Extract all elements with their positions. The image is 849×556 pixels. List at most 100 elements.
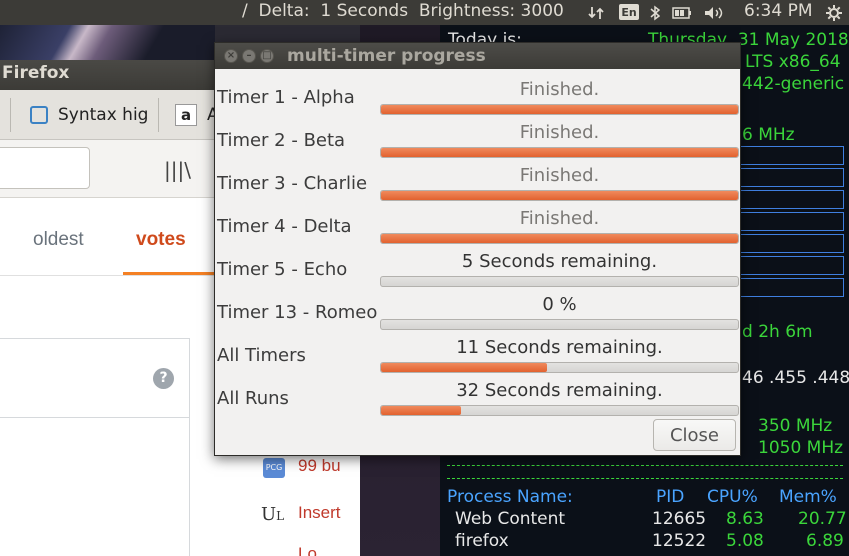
conky-gpu-freq-2: 1050 MHz (758, 438, 844, 458)
ul-icon: UL (261, 504, 285, 525)
timer-label: Timer 5 - Echo (217, 259, 348, 280)
conky-divider (447, 478, 843, 479)
timer-label: Timer 1 - Alpha (217, 87, 355, 108)
tab-syntax[interactable]: Syntax hig (30, 98, 148, 132)
timer-row: Timer 3 - Charlie Finished. (215, 165, 740, 210)
timer-label: All Timers (217, 345, 306, 366)
dialog-titlebar[interactable]: × – □ multi-timer progress (215, 43, 740, 69)
indicator-status-text[interactable]: / Delta: 1 Seconds Brightness: 3000 (242, 1, 564, 21)
sort-tab-oldest[interactable]: oldest (33, 229, 84, 251)
keyboard-layout-indicator[interactable]: En (619, 4, 639, 20)
conky-header-mem: Mem% (779, 487, 837, 507)
volume-icon[interactable] (703, 3, 725, 22)
timer-status: 32 Seconds remaining. (456, 380, 663, 401)
clock[interactable]: 6:34 PM (744, 1, 813, 21)
gear-icon[interactable] (825, 3, 843, 22)
process-name: firefox (455, 531, 509, 551)
timer-status: Finished. (519, 122, 600, 143)
related-link[interactable]: Insert (298, 503, 341, 523)
timer-status: 5 Seconds remaining. (461, 251, 658, 272)
conky-cpu-freq: 6 MHz (742, 125, 795, 145)
pcg-icon: PCG (263, 458, 285, 478)
timer-progress-fill (381, 234, 738, 243)
timer-progress-bar (380, 233, 739, 244)
tab-separator (158, 98, 159, 132)
conky-uptime: d 2h 6m (742, 322, 813, 342)
conky-ip: 46 .455 .448 (742, 368, 849, 388)
conky-cpu-bar (740, 234, 844, 253)
top-panel: / Delta: 1 Seconds Brightness: 3000 En 6… (0, 0, 849, 25)
timer-status: Finished. (519, 165, 600, 186)
timer-progress-fill (381, 406, 462, 415)
timer-progress-bar (380, 362, 739, 373)
timer-label: Timer 3 - Charlie (217, 173, 368, 194)
content-panel (0, 418, 190, 556)
firefox-titlebar[interactable]: Firefox (0, 60, 215, 90)
related-link[interactable]: 99 bu (298, 456, 341, 476)
related-link[interactable]: Lo (298, 544, 317, 556)
firefox-window-title: Firefox (2, 63, 70, 83)
multi-timer-dialog: × – □ multi-timer progress Timer 1 - Alp… (214, 42, 741, 456)
tab-amazon[interactable]: a A (175, 98, 219, 132)
tab-separator (10, 98, 11, 132)
timer-progress-fill (381, 363, 547, 372)
timer-progress-fill (381, 191, 738, 200)
bluetooth-icon[interactable] (648, 3, 662, 22)
timer-status: 11 Seconds remaining. (456, 337, 663, 358)
timer-row: Timer 2 - Beta Finished. (215, 122, 740, 167)
conky-gpu-freq: 350 MHz (758, 416, 833, 436)
conky-cpu-bar (740, 212, 844, 231)
library-icon[interactable]: |||\ (164, 158, 191, 182)
help-icon[interactable]: ? (153, 368, 174, 389)
timer-progress-fill (381, 105, 738, 114)
timer-row: Timer 1 - Alpha Finished. (215, 79, 740, 124)
timer-status: Finished. (519, 79, 600, 100)
close-icon[interactable]: × (224, 49, 238, 63)
conky-cpu-bar (740, 256, 844, 275)
related-list: PCG 99 bu UL Insert Lo (215, 440, 360, 556)
process-cpu: 8.63 (726, 509, 764, 529)
process-mem: 6.89 (806, 531, 844, 551)
amazon-icon: a (175, 104, 197, 126)
timer-row: Timer 13 - Romeo 0 % (215, 294, 740, 339)
conky-kernel: 442-generic (742, 74, 845, 94)
url-bar[interactable] (0, 147, 90, 189)
timer-progress-bar (380, 276, 739, 287)
conky-cpu-bar (740, 146, 844, 165)
timer-label: All Runs (217, 388, 289, 409)
conky-header-process: Process Name: (447, 487, 573, 507)
minimize-icon[interactable]: – (242, 49, 256, 63)
process-cpu: 5.08 (726, 531, 764, 551)
process-pid: 12665 (652, 509, 707, 529)
network-transfer-icon[interactable] (587, 3, 605, 22)
conky-os: LTS x86_64 (745, 52, 841, 72)
process-pid: 12522 (652, 531, 707, 551)
conky-header-pid: PID (656, 487, 685, 507)
timer-progress-bar (380, 319, 739, 330)
timer-progress-bar (380, 405, 739, 416)
firefox-content: oldest votes ? (0, 198, 215, 556)
wallpaper (0, 25, 215, 60)
timer-label: Timer 13 - Romeo (217, 302, 378, 323)
conky-cpu-bar (740, 168, 844, 187)
answer-sort-tabs: oldest votes (0, 198, 215, 276)
timer-row: Timer 5 - Echo 5 Seconds remaining. (215, 251, 740, 296)
timer-progress-bar (380, 104, 739, 115)
battery-icon[interactable] (672, 3, 692, 22)
conky-cpu-bar (740, 278, 844, 297)
maximize-icon[interactable]: □ (260, 49, 274, 63)
process-mem: 20.77 (798, 509, 847, 529)
chat-bubble-icon (30, 106, 48, 124)
timer-row: Timer 4 - Delta Finished. (215, 208, 740, 253)
conky-cpu-bar (740, 190, 844, 209)
firefox-toolbar: |||\ (0, 140, 215, 198)
sort-tab-votes[interactable]: votes (136, 229, 186, 251)
timer-progress-fill (381, 148, 738, 157)
firefox-tab-strip: Syntax hig a A (0, 90, 219, 140)
close-button[interactable]: Close (653, 419, 736, 451)
timer-status: Finished. (519, 208, 600, 229)
timer-status: 0 % (542, 294, 577, 315)
timer-progress-bar (380, 147, 739, 158)
dialog-title: multi-timer progress (287, 46, 486, 66)
timer-label: Timer 4 - Delta (217, 216, 352, 237)
